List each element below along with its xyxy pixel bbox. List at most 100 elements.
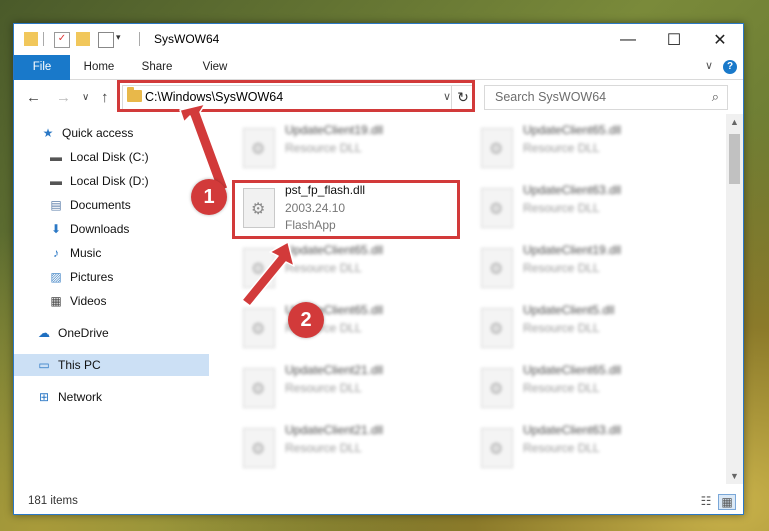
drive-icon: ▬ bbox=[50, 150, 62, 164]
dll-file-icon bbox=[243, 428, 275, 468]
download-icon: ⬇ bbox=[50, 222, 62, 236]
file-type: Resource DLL bbox=[523, 261, 600, 275]
file-type: Resource DLL bbox=[523, 321, 600, 335]
sidebar-item-label: This PC bbox=[58, 358, 101, 372]
sidebar-item-music[interactable]: ♪ Music ✦ bbox=[14, 242, 243, 264]
file-item[interactable]: UpdateClient65.dll Resource DLL bbox=[481, 360, 711, 418]
sidebar-item-label: Local Disk (D:) bbox=[70, 174, 149, 188]
file-name: UpdateClient65.dll bbox=[285, 243, 384, 257]
search-input[interactable]: Search SysWOW64 bbox=[495, 90, 606, 104]
status-bar: 181 items ☷ ▦ bbox=[14, 490, 743, 514]
sidebar-item-pictures[interactable]: ▨ Pictures ✦ bbox=[14, 266, 243, 288]
sidebar-item-onedrive[interactable]: ☁ OneDrive bbox=[14, 322, 231, 344]
separator bbox=[139, 32, 140, 46]
quick-access-dropdown-icon[interactable]: ▾ bbox=[116, 32, 130, 46]
dll-file-icon bbox=[243, 368, 275, 408]
step-1-badge: 1 bbox=[191, 179, 227, 215]
file-name: UpdateClient19.dll bbox=[285, 123, 384, 137]
forward-button[interactable]: → bbox=[56, 89, 71, 106]
dll-file-icon bbox=[243, 128, 275, 168]
dll-file-icon bbox=[481, 188, 513, 228]
music-icon: ♪ bbox=[53, 246, 59, 260]
dll-file-icon bbox=[243, 308, 275, 348]
up-button[interactable]: ↑ bbox=[101, 89, 109, 106]
search-box[interactable]: Search SysWOW64 ⌕ bbox=[484, 85, 728, 110]
details-view-icon[interactable]: ☷ bbox=[698, 494, 714, 508]
tab-share[interactable]: Share bbox=[134, 55, 180, 79]
sidebar-item-downloads[interactable]: ⬇ Downloads ✦ bbox=[14, 218, 243, 240]
scroll-down-icon[interactable]: ▼ bbox=[730, 471, 739, 481]
file-item[interactable]: UpdateClient21.dll Resource DLL bbox=[243, 420, 473, 478]
network-icon: ⊞ bbox=[38, 390, 50, 404]
file-item[interactable]: UpdateClient63.dll Resource DLL bbox=[481, 180, 711, 238]
sidebar-item-label: Documents bbox=[70, 198, 131, 212]
tiles-view-icon[interactable]: ▦ bbox=[718, 494, 736, 510]
sidebar-item-this-pc[interactable]: ▭ This PC bbox=[14, 354, 209, 376]
sidebar-item-videos[interactable]: ▦ Videos ✦ bbox=[14, 290, 243, 312]
file-list: UpdateClient19.dll Resource DLL pst_fp_f… bbox=[219, 114, 724, 484]
scroll-up-icon[interactable]: ▲ bbox=[730, 117, 739, 127]
close-button[interactable]: ✕ bbox=[697, 24, 743, 55]
help-icon[interactable]: ? bbox=[723, 60, 737, 74]
dll-file-icon bbox=[481, 128, 513, 168]
file-item[interactable]: UpdateClient65.dll Resource DLL bbox=[243, 300, 473, 358]
file-name: UpdateClient21.dll bbox=[285, 363, 384, 377]
maximize-button[interactable]: ☐ bbox=[651, 24, 697, 55]
file-type: Resource DLL bbox=[285, 261, 362, 275]
sidebar-item-label: Downloads bbox=[70, 222, 130, 236]
dll-file-icon bbox=[481, 368, 513, 408]
sidebar-item-label: Quick access bbox=[62, 126, 134, 140]
recent-locations-button[interactable]: ∨ bbox=[82, 92, 89, 103]
scrollbar-thumb[interactable] bbox=[729, 134, 740, 184]
address-bar-highlight bbox=[117, 80, 475, 112]
file-type: Resource DLL bbox=[285, 141, 362, 155]
folder-icon bbox=[24, 32, 38, 46]
drive-icon: ▬ bbox=[50, 174, 62, 188]
new-folder-icon[interactable] bbox=[76, 32, 90, 46]
file-item[interactable]: UpdateClient65.dll Resource DLL bbox=[481, 120, 711, 178]
file-item[interactable]: UpdateClient5.dll Resource DLL bbox=[481, 300, 711, 358]
file-name: UpdateClient65.dll bbox=[523, 363, 622, 377]
dll-file-icon bbox=[243, 248, 275, 288]
file-item[interactable]: UpdateClient21.dll Resource DLL bbox=[243, 360, 473, 418]
dll-file-icon bbox=[481, 248, 513, 288]
file-item[interactable]: UpdateClient19.dll Resource DLL bbox=[243, 120, 473, 178]
title-bar: ✓ ▾ SysWOW64 — ☐ ✕ bbox=[14, 24, 743, 55]
item-count: 181 items bbox=[28, 495, 78, 507]
navigation-pane: ★ Quick access ▬ Local Disk (C:) ▬ Local… bbox=[14, 114, 239, 484]
vertical-scrollbar[interactable]: ▲ ▼ bbox=[726, 114, 743, 484]
sidebar-item-label: Music bbox=[70, 246, 102, 260]
file-item[interactable]: UpdateClient65.dll Resource DLL bbox=[243, 240, 473, 298]
dll-file-icon bbox=[481, 308, 513, 348]
sidebar-item-label: Network bbox=[58, 390, 103, 404]
dll-file-icon bbox=[481, 428, 513, 468]
sidebar-item-network[interactable]: ⊞ Network bbox=[14, 386, 231, 408]
file-type: Resource DLL bbox=[523, 201, 600, 215]
minimize-button[interactable]: — bbox=[605, 24, 651, 55]
sidebar-item-quick-access[interactable]: ★ Quick access bbox=[14, 122, 235, 144]
file-highlight bbox=[232, 180, 460, 239]
expand-ribbon-icon[interactable]: ∨ bbox=[705, 59, 713, 72]
back-button[interactable]: ← bbox=[26, 89, 41, 106]
pictures-icon: ▨ bbox=[50, 270, 62, 284]
ribbon-tabs: File Home Share View ∨ ? bbox=[14, 55, 743, 113]
file-item[interactable]: UpdateClient63.dll Resource DLL bbox=[481, 420, 711, 478]
properties-icon[interactable]: ✓ bbox=[54, 32, 70, 48]
file-name: UpdateClient5.dll bbox=[523, 303, 615, 317]
customize-icon[interactable] bbox=[98, 32, 114, 48]
video-icon: ▦ bbox=[50, 294, 62, 308]
file-name: UpdateClient63.dll bbox=[523, 423, 622, 437]
sidebar-item-label: OneDrive bbox=[58, 326, 109, 340]
separator bbox=[43, 32, 44, 46]
file-type: Resource DLL bbox=[523, 441, 600, 455]
file-item[interactable]: UpdateClient19.dll Resource DLL bbox=[481, 240, 711, 298]
file-name: UpdateClient63.dll bbox=[523, 183, 622, 197]
file-type: Resource DLL bbox=[285, 441, 362, 455]
tab-view[interactable]: View bbox=[192, 55, 238, 79]
sidebar-item-local-disk-c[interactable]: ▬ Local Disk (C:) bbox=[14, 146, 243, 168]
computer-icon: ▭ bbox=[38, 358, 50, 372]
window-title: SysWOW64 bbox=[154, 32, 220, 46]
tab-home[interactable]: Home bbox=[76, 55, 122, 79]
file-name: UpdateClient65.dll bbox=[523, 123, 622, 137]
file-type: Resource DLL bbox=[523, 381, 600, 395]
